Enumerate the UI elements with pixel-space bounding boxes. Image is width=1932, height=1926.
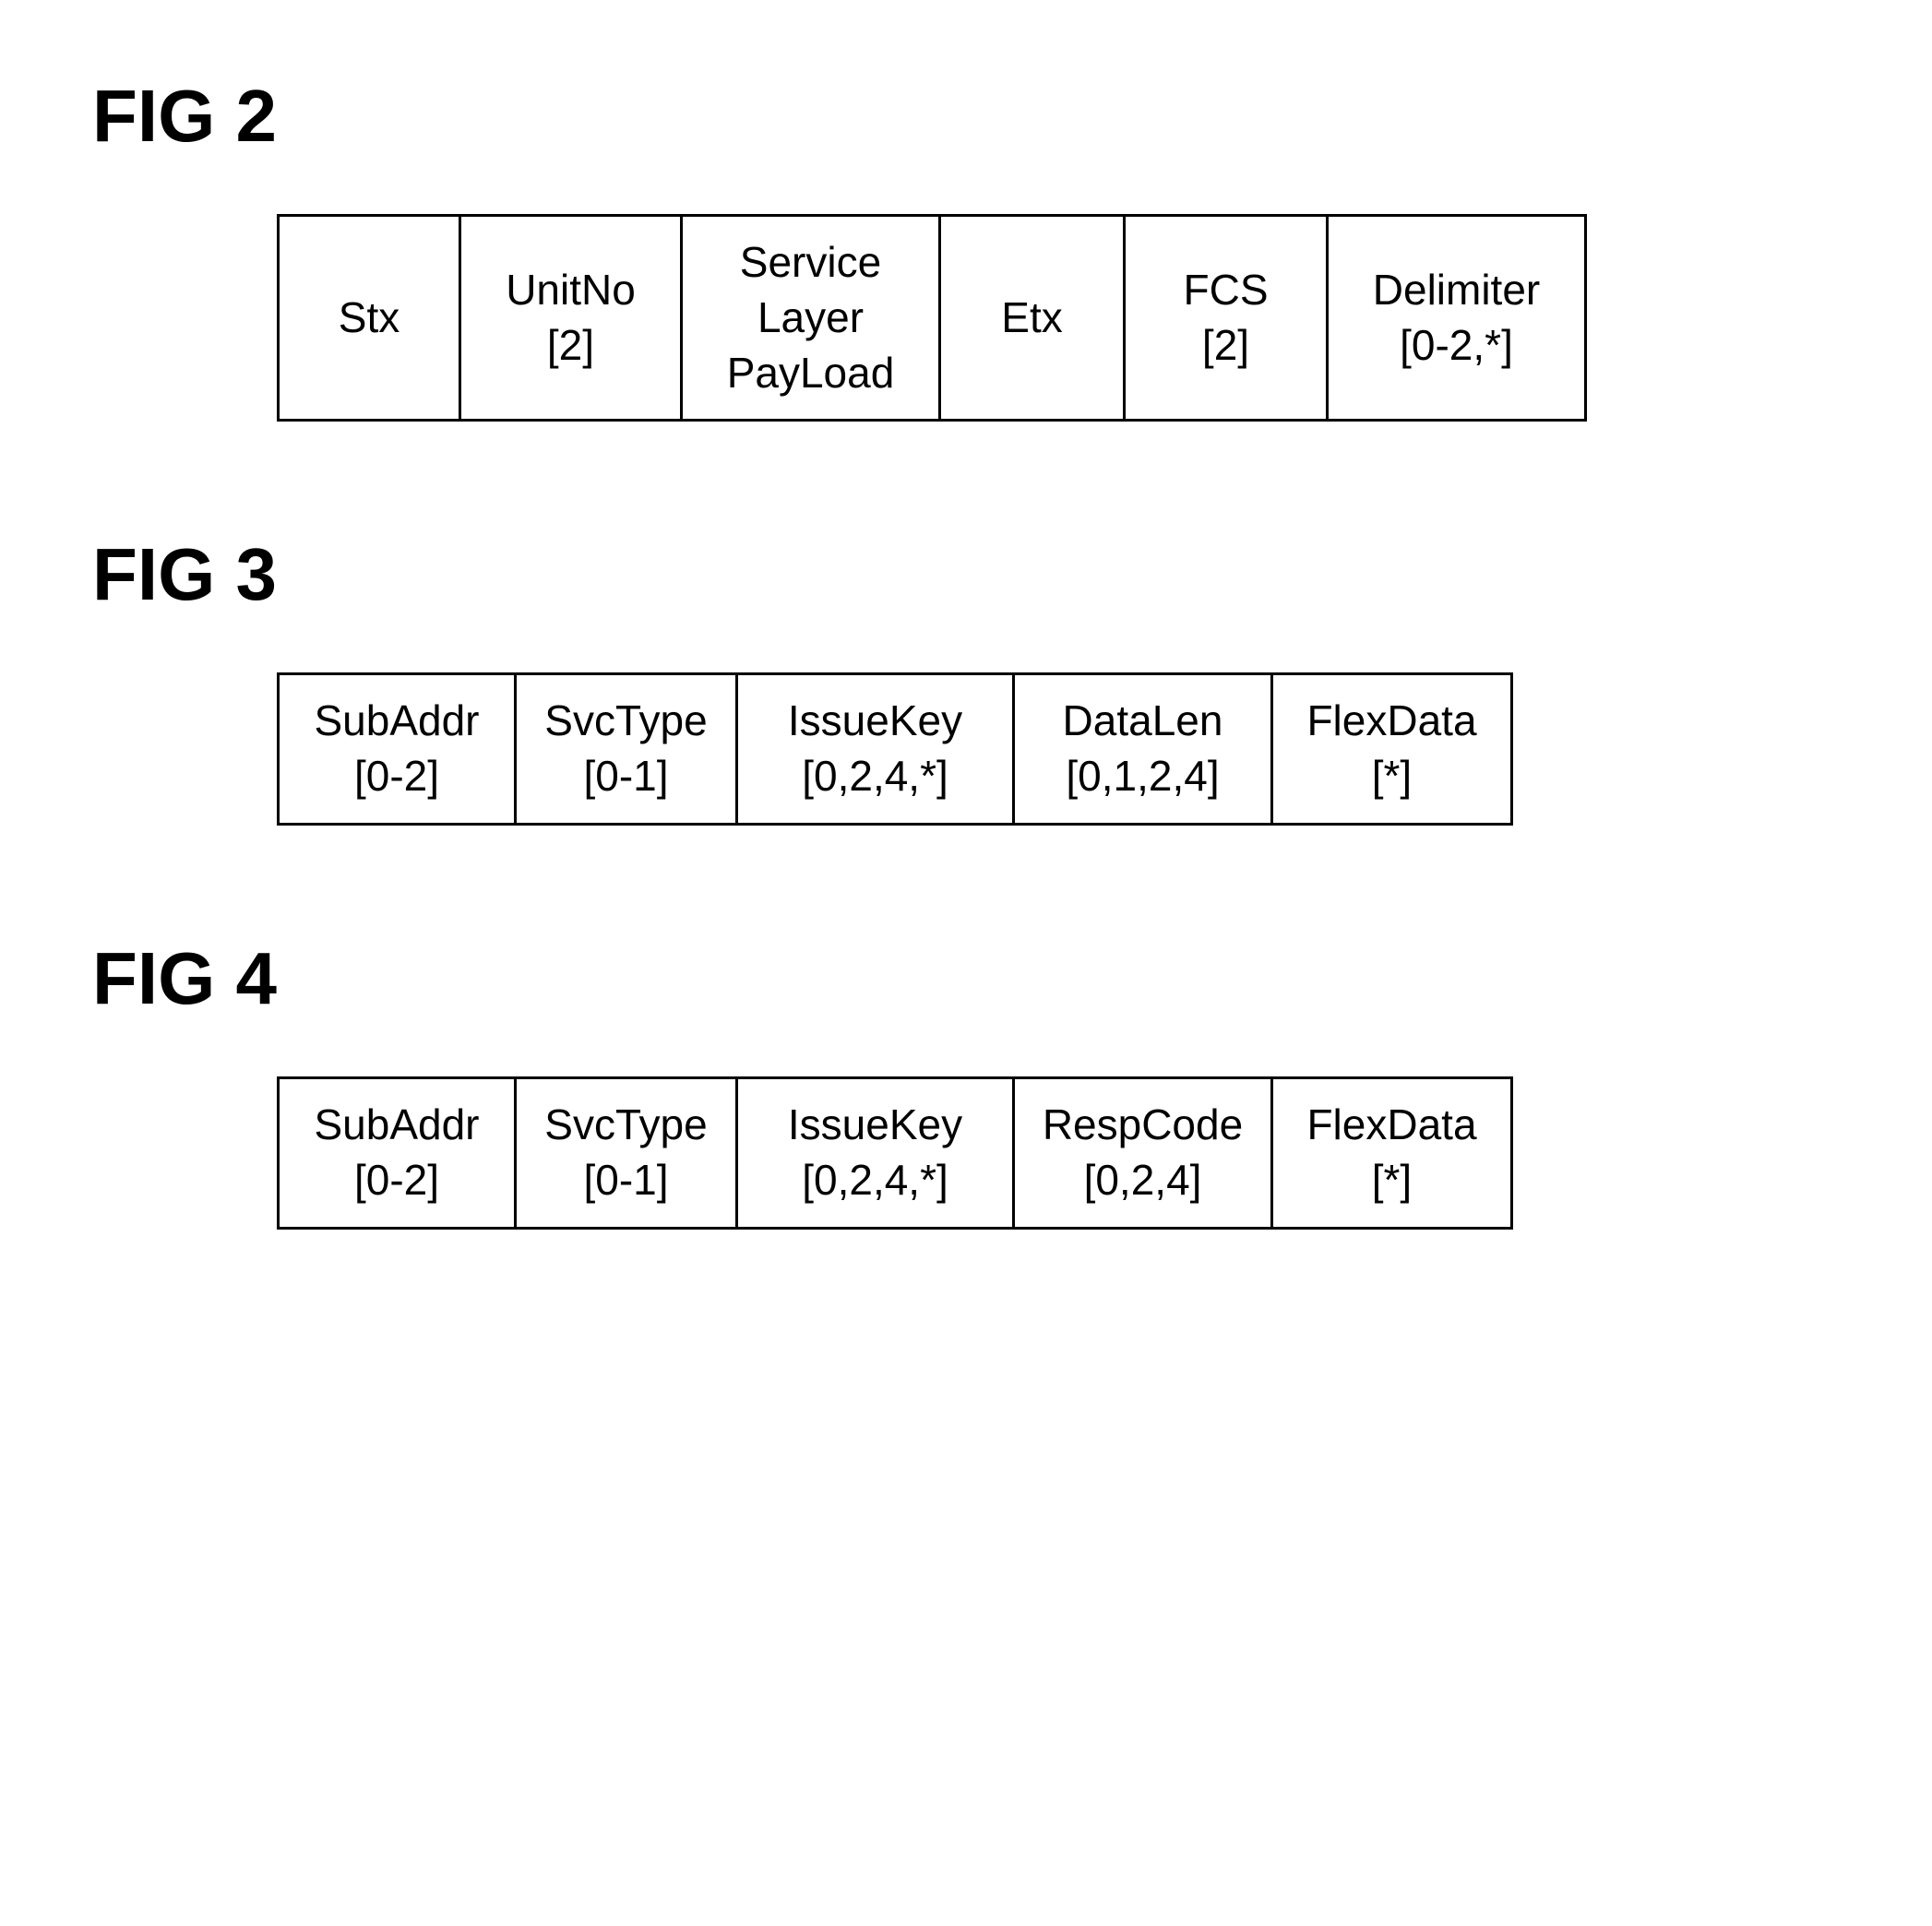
- fig2-cell-service: ServiceLayerPayLoad: [683, 214, 941, 422]
- fig3-flexdata-text: FlexData[*]: [1306, 694, 1476, 804]
- fig4-issuekey-text: IssueKey[0,2,4,*]: [788, 1098, 962, 1208]
- fig2-etx-text: Etx: [1001, 291, 1062, 346]
- fig3-cell-issuekey: IssueKey[0,2,4,*]: [738, 672, 1015, 826]
- fig2-title: FIG 2: [92, 74, 1840, 159]
- fig2-cell-etx: Etx: [941, 214, 1126, 422]
- fig3-svctype-text: SvcType[0-1]: [544, 694, 707, 804]
- fig2-cell-fcs: FCS[2]: [1126, 214, 1329, 422]
- fig4-cell-respcode: RespCode[0,2,4]: [1015, 1076, 1273, 1230]
- fig3-cell-datalen: DataLen[0,1,2,4]: [1015, 672, 1273, 826]
- fig4-respcode-text: RespCode[0,2,4]: [1043, 1098, 1243, 1208]
- fig4-title: FIG 4: [92, 936, 1840, 1021]
- fig3-cell-subaddr: SubAddr[0-2]: [277, 672, 517, 826]
- fig4-cell-flexdata: FlexData[*]: [1273, 1076, 1513, 1230]
- fig3-cell-svctype: SvcType[0-1]: [517, 672, 738, 826]
- fig3-cell-flexdata: FlexData[*]: [1273, 672, 1513, 826]
- figure-3: FIG 3 SubAddr[0-2] SvcType[0-1] IssueKey…: [92, 532, 1840, 826]
- fig2-unitno-text: UnitNo[2]: [506, 263, 636, 374]
- fig4-svctype-text: SvcType[0-1]: [544, 1098, 707, 1208]
- fig2-cell-stx: Stx: [277, 214, 461, 422]
- fig2-cell-unitno: UnitNo[2]: [461, 214, 683, 422]
- fig4-subaddr-text: SubAddr[0-2]: [314, 1098, 479, 1208]
- fig2-service-text: ServiceLayerPayLoad: [727, 235, 895, 400]
- fig4-flexdata-text: FlexData[*]: [1306, 1098, 1476, 1208]
- figure-2: FIG 2 Stx UnitNo[2] ServiceLayerPayLoad …: [92, 74, 1840, 422]
- fig3-title: FIG 3: [92, 532, 1840, 617]
- fig4-table: SubAddr[0-2] SvcType[0-1] IssueKey[0,2,4…: [277, 1076, 1840, 1230]
- fig3-datalen-text: DataLen[0,1,2,4]: [1063, 694, 1223, 804]
- fig4-cell-subaddr: SubAddr[0-2]: [277, 1076, 517, 1230]
- fig2-table: Stx UnitNo[2] ServiceLayerPayLoad Etx FC…: [277, 214, 1840, 422]
- fig3-issuekey-text: IssueKey[0,2,4,*]: [788, 694, 962, 804]
- fig2-delimiter-text: Delimiter[0-2,*]: [1373, 263, 1540, 374]
- fig3-subaddr-text: SubAddr[0-2]: [314, 694, 479, 804]
- fig2-cell-delimiter: Delimiter[0-2,*]: [1329, 214, 1587, 422]
- fig4-cell-svctype: SvcType[0-1]: [517, 1076, 738, 1230]
- fig4-cell-issuekey: IssueKey[0,2,4,*]: [738, 1076, 1015, 1230]
- fig2-stx-text: Stx: [339, 291, 400, 346]
- fig2-fcs-text: FCS[2]: [1184, 263, 1269, 374]
- figure-4: FIG 4 SubAddr[0-2] SvcType[0-1] IssueKey…: [92, 936, 1840, 1230]
- fig3-table: SubAddr[0-2] SvcType[0-1] IssueKey[0,2,4…: [277, 672, 1840, 826]
